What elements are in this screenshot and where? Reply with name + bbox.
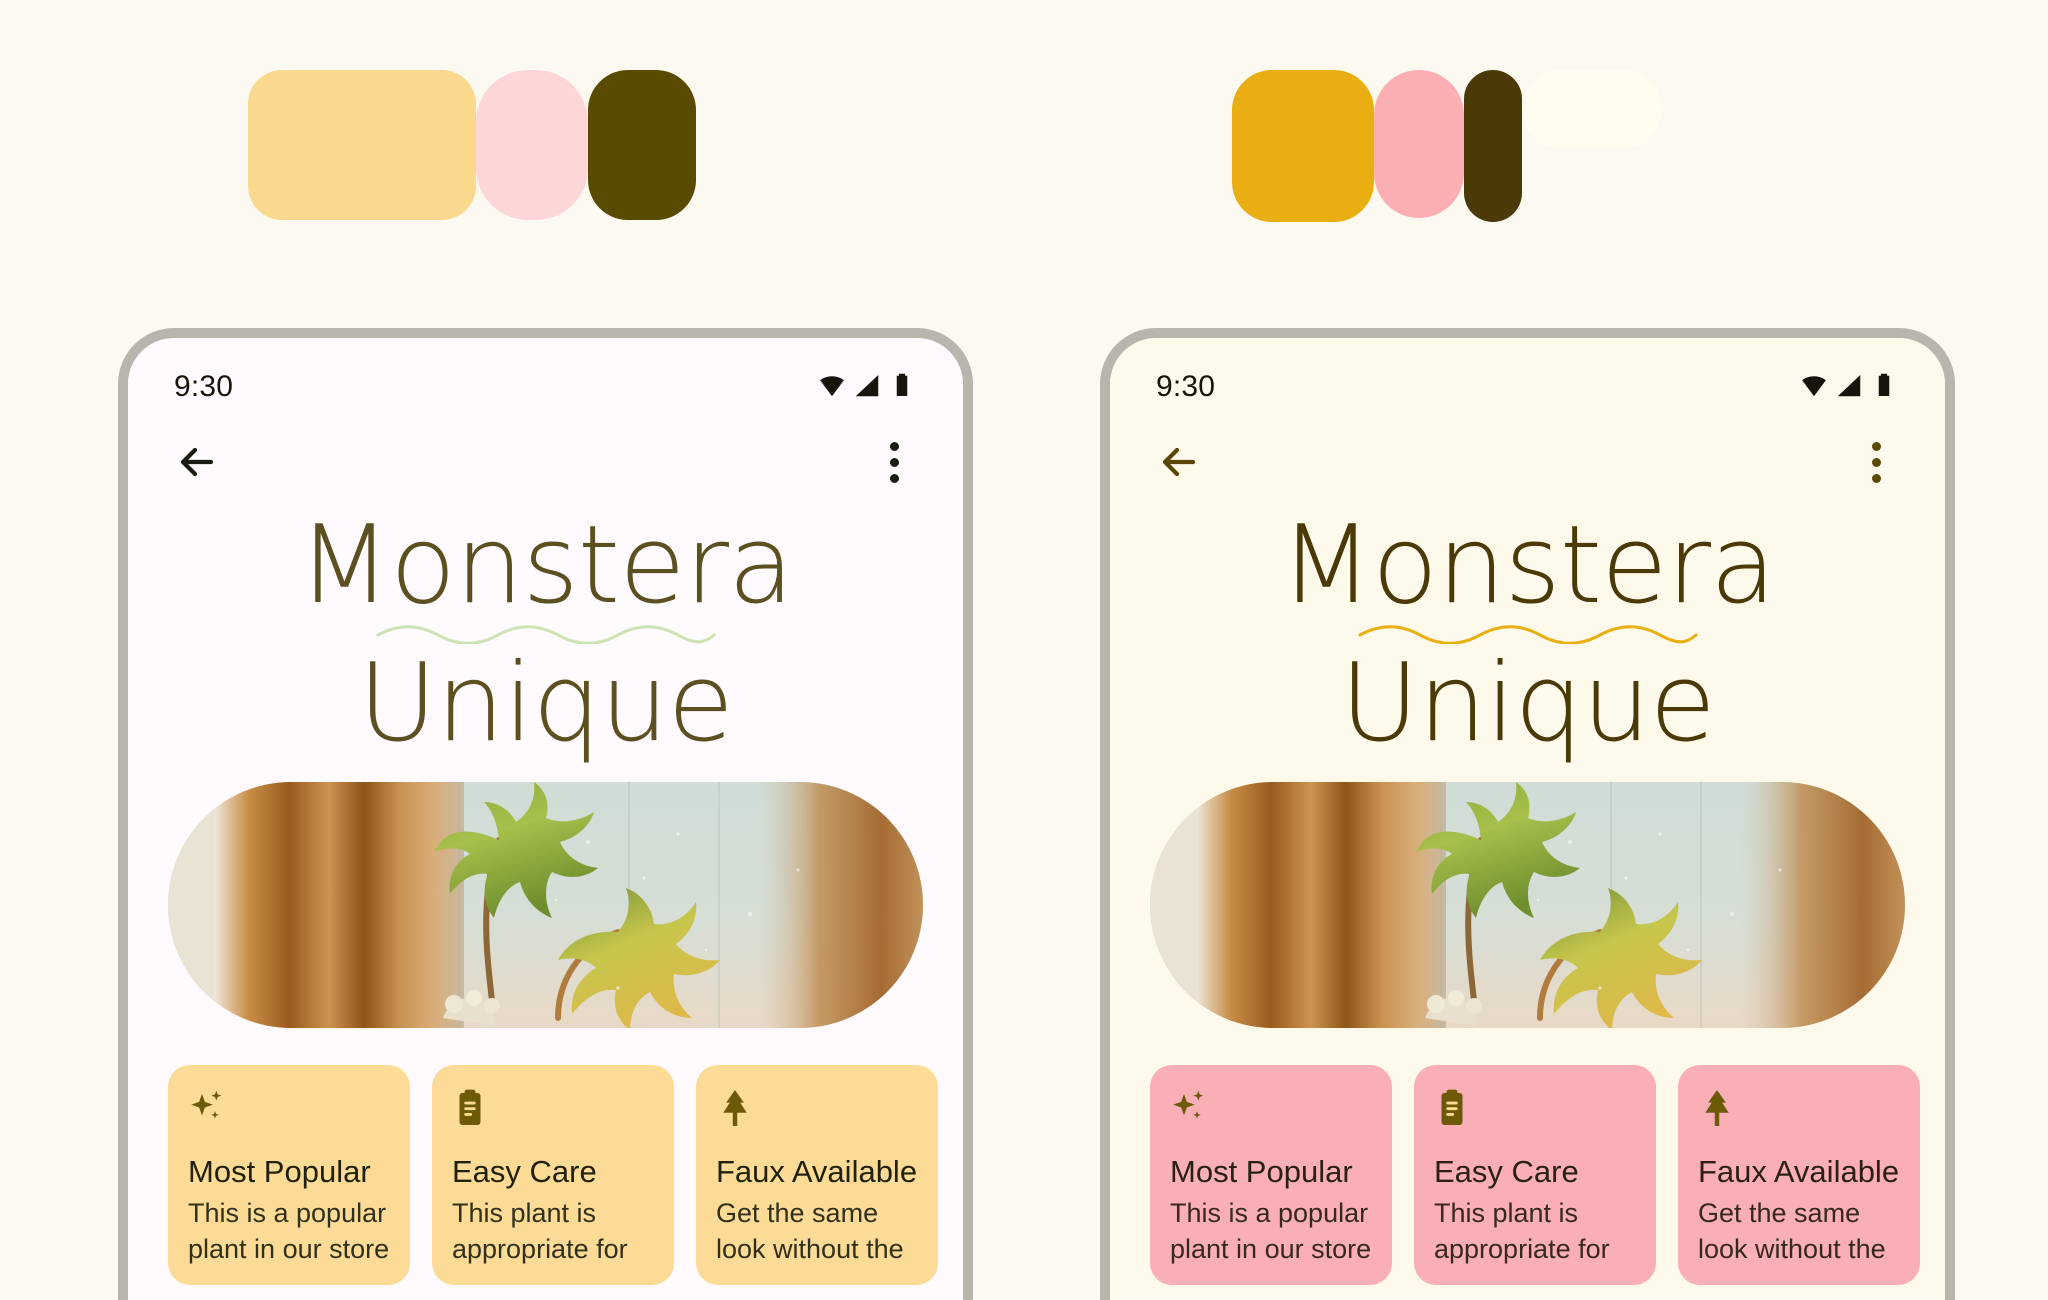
sparkle-icon xyxy=(188,1087,390,1139)
feature-card-row: Most Popular This is a popular plant in … xyxy=(168,1065,963,1285)
overflow-menu-icon xyxy=(889,441,899,483)
feature-card-body: Get the same look without the xyxy=(1698,1198,1886,1264)
feature-card[interactable]: Easy Care This plant is appropriate for xyxy=(1414,1065,1656,1285)
overflow-menu-button[interactable] xyxy=(865,433,923,491)
feature-card-title: Most Popular xyxy=(188,1154,371,1189)
phone-left-screen: 9:30 Monstera Unique Most Popular This i… xyxy=(128,338,963,1300)
sparkle-icon xyxy=(1170,1087,1372,1139)
battery-icon xyxy=(1869,370,1899,405)
page-title-line-2: Unique xyxy=(358,641,734,766)
status-icon-group xyxy=(817,370,917,405)
wifi-icon xyxy=(817,370,847,405)
primary-container-swatch xyxy=(248,70,476,220)
feature-card-body: This is a popular plant in our store xyxy=(188,1198,390,1264)
secondary-swatch xyxy=(1374,70,1464,218)
wifi-icon xyxy=(1799,370,1829,405)
page-title-line-1: Monstera xyxy=(297,503,794,628)
signal-icon xyxy=(1834,370,1864,405)
palette-row-expressive xyxy=(1232,70,1662,222)
page-title-block: Monstera Unique xyxy=(128,510,963,758)
app-bar xyxy=(128,414,963,510)
feature-card-title: Faux Available xyxy=(1698,1154,1900,1189)
phone-right-screen: 9:30 Monstera Unique Most Popular This i… xyxy=(1110,338,1945,1300)
status-time: 9:30 xyxy=(174,370,234,403)
monstera-plant-photo xyxy=(168,782,923,1028)
tree-glyph xyxy=(1705,1089,1729,1127)
back-arrow-glyph xyxy=(180,447,214,477)
back-button[interactable] xyxy=(168,433,226,491)
phone-mockup-expressive: 9:30 Monstera Unique Most Popular This i… xyxy=(1100,328,1955,1300)
back-button[interactable] xyxy=(1150,433,1208,491)
page-title-line-2: Unique xyxy=(1340,641,1716,766)
clipboard-icon xyxy=(452,1087,654,1139)
primary-swatch xyxy=(1232,70,1374,222)
feature-card-title: Most Popular xyxy=(1170,1154,1353,1189)
status-bar: 9:30 xyxy=(128,338,963,414)
tertiary-swatch xyxy=(1464,70,1522,222)
clipboard-icon xyxy=(1434,1087,1636,1139)
hero-image xyxy=(168,782,923,1028)
feature-card-title: Easy Care xyxy=(452,1154,597,1189)
on-surface-swatch xyxy=(588,70,696,220)
feature-card-body: This plant is appropriate for xyxy=(452,1198,628,1264)
back-arrow-glyph xyxy=(1162,447,1196,477)
feature-card[interactable]: Easy Care This plant is appropriate for xyxy=(432,1065,674,1285)
phone-mockup-baseline: 9:30 Monstera Unique Most Popular This i… xyxy=(118,328,973,1300)
secondary-container-swatch xyxy=(476,70,588,220)
app-bar xyxy=(1110,414,1945,510)
battery-icon xyxy=(887,370,917,405)
tree-icon xyxy=(716,1087,918,1139)
overflow-menu-button[interactable] xyxy=(1847,433,1905,491)
feature-card-title: Easy Care xyxy=(1434,1154,1579,1189)
feature-card-body: This plant is appropriate for xyxy=(1434,1198,1610,1264)
feature-card[interactable]: Faux Available Get the same look without… xyxy=(696,1065,938,1285)
feature-card-title: Faux Available xyxy=(716,1154,918,1189)
feature-card[interactable]: Most Popular This is a popular plant in … xyxy=(1150,1065,1392,1285)
overflow-menu-icon xyxy=(1871,441,1881,483)
signal-icon xyxy=(852,370,882,405)
status-time: 9:30 xyxy=(1156,370,1216,403)
feature-card-body: This is a popular plant in our store xyxy=(1170,1198,1372,1264)
status-bar: 9:30 xyxy=(1110,338,1945,414)
tree-glyph xyxy=(723,1089,747,1127)
feature-card[interactable]: Faux Available Get the same look without… xyxy=(1678,1065,1920,1285)
surface-swatch xyxy=(1522,70,1662,148)
page-title-line-1: Monstera xyxy=(1279,503,1776,628)
palette-row-baseline xyxy=(248,70,696,220)
status-icon-group xyxy=(1799,370,1899,405)
feature-card-body: Get the same look without the xyxy=(716,1198,904,1264)
page-title-block: Monstera Unique xyxy=(1110,510,1945,758)
feature-card-row: Most Popular This is a popular plant in … xyxy=(1150,1065,1945,1285)
feature-card[interactable]: Most Popular This is a popular plant in … xyxy=(168,1065,410,1285)
tree-icon xyxy=(1698,1087,1900,1139)
hero-image xyxy=(1150,782,1905,1028)
monstera-plant-photo xyxy=(1150,782,1905,1028)
